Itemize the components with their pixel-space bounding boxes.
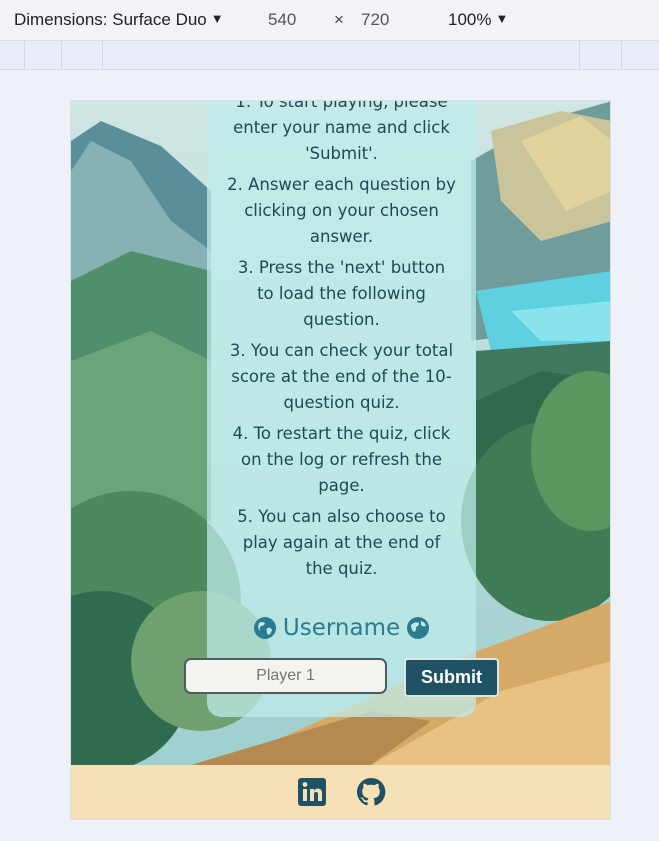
username-heading: Username: [207, 611, 476, 645]
instruction-item: 1. To start playing, please enter your n…: [233, 100, 450, 163]
media-segment[interactable]: [102, 41, 103, 69]
instruction-item: 3. Press the 'next' button to load the f…: [237, 258, 446, 329]
instruction-item: 2. Answer each question by clicking on y…: [227, 175, 456, 246]
username-label: Username: [282, 615, 401, 641]
times-separator: ×: [334, 10, 344, 29]
linkedin-icon[interactable]: [297, 777, 327, 807]
device-select[interactable]: Dimensions: Surface Duo ▼: [14, 10, 224, 30]
zoom-select[interactable]: 100% ▼: [448, 10, 508, 30]
github-icon[interactable]: [356, 777, 386, 807]
media-segment[interactable]: [621, 41, 622, 69]
device-viewport: 1. To start playing, please enter your n…: [70, 100, 611, 820]
device-label: Dimensions: Surface Duo: [14, 10, 207, 29]
instruction-item: 3. You can check your total score at the…: [229, 341, 454, 412]
width-input[interactable]: 540: [268, 10, 296, 30]
media-segment[interactable]: [579, 41, 580, 69]
instruction-item: 5. You can also choose to play again at …: [237, 507, 446, 578]
instructions-list: 1. To start playing, please enter your n…: [207, 100, 476, 587]
globe-icon: [253, 617, 276, 639]
zoom-dropdown-arrow-icon: ▼: [495, 11, 509, 26]
submit-button[interactable]: Submit: [404, 658, 499, 697]
zoom-label: 100%: [448, 10, 492, 29]
media-segment[interactable]: [61, 41, 62, 69]
instruction-item: 4. To restart the quiz, click on the log…: [232, 424, 451, 495]
globe-icon: [407, 617, 430, 639]
device-toolbar: Dimensions: Surface Duo ▼ 540 × 720 100% ▼: [0, 0, 659, 41]
footer: [71, 765, 610, 819]
dropdown-arrow-icon: ▼: [210, 11, 224, 26]
media-segment[interactable]: [24, 41, 25, 69]
height-input[interactable]: 720: [361, 10, 389, 30]
media-query-bar: [0, 41, 659, 70]
username-input[interactable]: [184, 658, 387, 694]
